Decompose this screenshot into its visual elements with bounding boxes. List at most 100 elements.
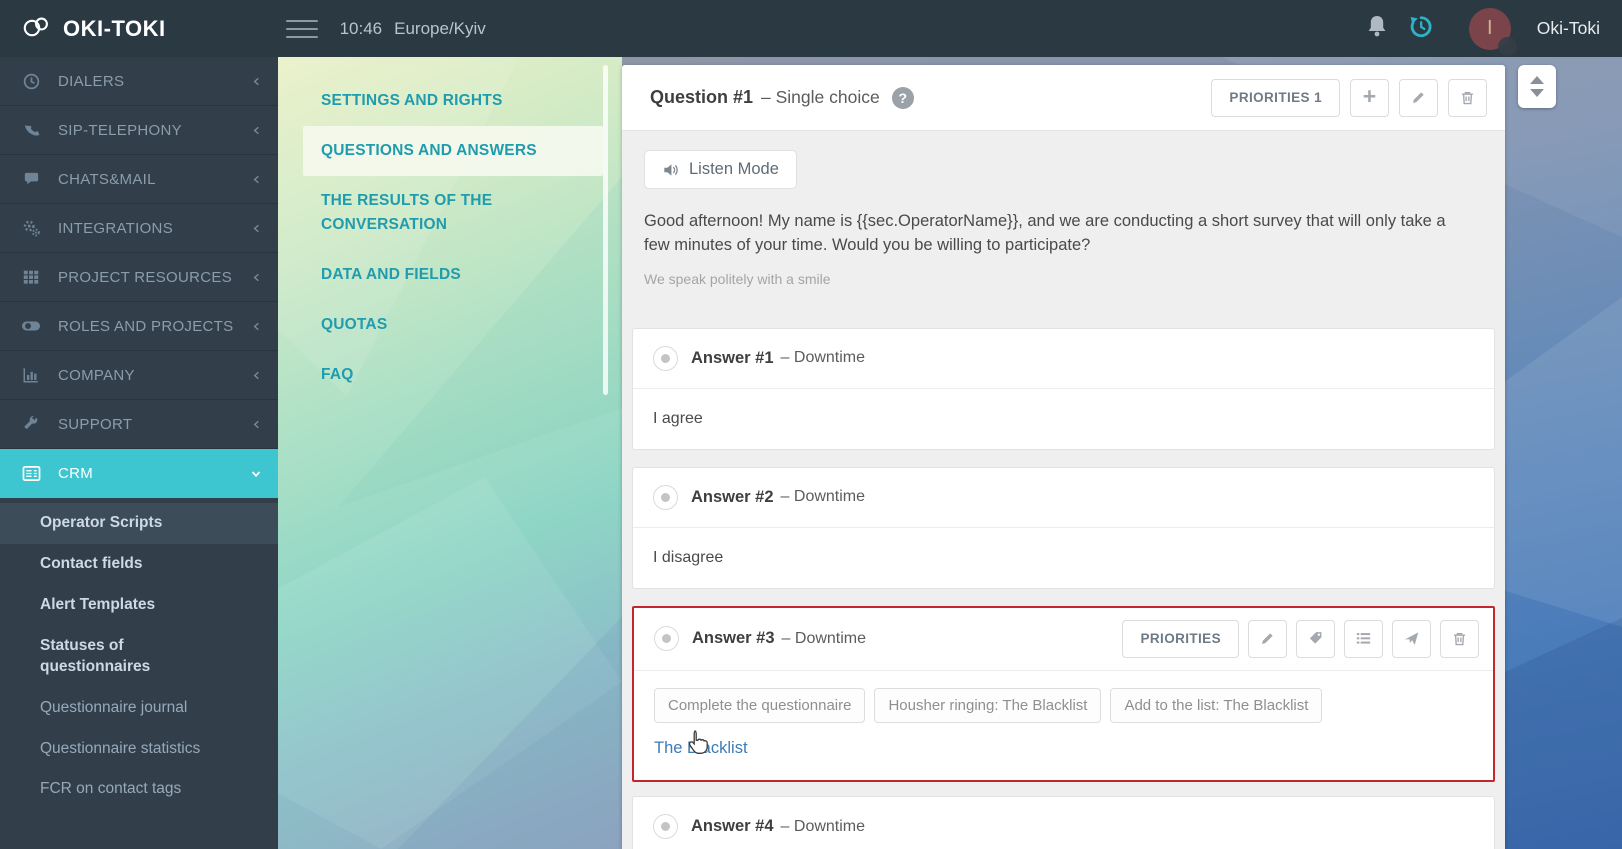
answer-actions: PRIORITIES	[1122, 619, 1479, 658]
answers-list: Answer #1 – Downtime I agree Answer #2 –…	[631, 327, 1496, 849]
answer-body-text: I disagree	[653, 548, 724, 566]
sort-down-icon	[1530, 89, 1544, 97]
priorities-button[interactable]: PRIORITIES	[1122, 619, 1239, 658]
sidebar-item-label: DIALERS	[58, 72, 125, 90]
sidebar: DIALERS SIP-TELEPHONY CHATS&MAIL INTEGRA…	[0, 57, 278, 849]
trash-icon	[1453, 632, 1466, 646]
answer-header: Answer #1 – Downtime	[633, 329, 1494, 389]
answer-title: Answer #3	[692, 629, 775, 648]
subnav-scrollbar[interactable]	[603, 65, 608, 395]
edit-button[interactable]	[1399, 78, 1438, 117]
add-button[interactable]: +	[1350, 78, 1389, 117]
sidebar-item-label: INTEGRATIONS	[58, 219, 173, 237]
subnav-item-quotas[interactable]: QUOTAS	[303, 300, 603, 350]
question-type: – Single choice	[761, 87, 880, 107]
answer-type: – Downtime	[780, 349, 866, 367]
submenu-label: Alert Templates	[40, 595, 156, 613]
submenu-item-contact-fields[interactable]: Contact fields	[0, 544, 278, 585]
tags-button[interactable]	[1296, 619, 1335, 658]
answer-type: – Downtime	[780, 817, 866, 835]
chat-icon	[19, 170, 43, 189]
answer-title: Answer #1	[691, 348, 774, 367]
automation-tag: Add to the list: The Blacklist	[1110, 687, 1323, 723]
send-icon	[1404, 632, 1419, 646]
toggle-icon	[19, 318, 43, 334]
answer-card-2: Answer #2 – Downtime I disagree	[632, 466, 1495, 589]
answer-body-text: I agree	[653, 409, 703, 427]
edit-button[interactable]	[1248, 619, 1287, 658]
tag-icon	[1309, 632, 1322, 645]
sidebar-item-roles-and-projects[interactable]: ROLES AND PROJECTS	[0, 302, 278, 351]
user-avatar[interactable]: I	[1468, 7, 1517, 56]
submenu-item-alert-templates[interactable]: Alert Templates	[0, 585, 278, 626]
trash-icon	[1461, 91, 1474, 104]
answer-title: Answer #2	[691, 487, 774, 506]
chevron-left-icon	[253, 273, 259, 281]
submenu-item-statuses-of-questionnaires[interactable]: Statuses of questionnaires	[0, 626, 278, 688]
question-note: We speak politely with a smile	[644, 270, 831, 287]
list-button[interactable]	[1344, 619, 1383, 658]
automation-tag: Complete the questionnaire	[654, 687, 866, 723]
cloud-logo-icon	[20, 13, 54, 44]
phone-icon	[19, 121, 43, 140]
submenu-item-operator-scripts[interactable]: Operator Scripts	[0, 503, 278, 544]
sidebar-item-project-resources[interactable]: PROJECT RESOURCES	[0, 253, 278, 302]
sidebar-item-sip-telephony[interactable]: SIP-TELEPHONY	[0, 106, 278, 155]
chevron-left-icon	[253, 322, 259, 330]
delete-button[interactable]	[1440, 619, 1479, 658]
clock: 10:46 Europe/Kyiv	[340, 19, 486, 39]
pencil-icon	[1261, 633, 1273, 645]
wrench-icon	[19, 415, 43, 433]
help-icon[interactable]: ?	[891, 86, 914, 109]
sidebar-item-label: ROLES AND PROJECTS	[58, 317, 234, 335]
subnav-item-faq[interactable]: FAQ	[303, 350, 603, 400]
sidebar-item-dialers[interactable]: DIALERS	[0, 57, 278, 106]
topbar: OKI-TOKI 10:46 Europe/Kyiv I Oki-Toki	[0, 0, 1622, 57]
submenu-label: Questionnaire statistics	[40, 739, 201, 757]
sidebar-item-company[interactable]: COMPANY	[0, 351, 278, 400]
chevron-left-icon	[253, 126, 259, 134]
radio-icon	[653, 484, 678, 510]
submenu-label: Statuses of questionnaires	[40, 636, 151, 675]
history-button[interactable]	[1399, 13, 1443, 45]
account-name: Oki-Toki	[1536, 18, 1600, 38]
sidebar-item-label: PROJECT RESOURCES	[58, 268, 233, 286]
app-logo[interactable]: OKI-TOKI	[20, 13, 166, 44]
grid-icon	[19, 268, 43, 286]
sidebar-item-crm[interactable]: CRM	[0, 449, 278, 498]
submenu-label: Contact fields	[40, 554, 143, 572]
pencil-icon	[1412, 92, 1424, 104]
crm-submenu: Operator Scripts Contact fields Alert Te…	[0, 498, 278, 815]
menu-toggle-icon[interactable]	[285, 18, 318, 40]
subnav-item-settings-and-rights[interactable]: SETTINGS AND RIGHTS	[303, 76, 603, 126]
answer-card-4: Answer #4 – Downtime	[632, 795, 1495, 849]
sidebar-item-label: COMPANY	[58, 366, 135, 384]
question-body: Listen Mode Good afternoon! My name is {…	[622, 131, 1505, 849]
priorities-button[interactable]: PRIORITIES 1	[1211, 78, 1340, 117]
subnav-item-data-and-fields[interactable]: DATA AND FIELDS	[303, 250, 603, 300]
sidebar-item-integrations[interactable]: INTEGRATIONS	[0, 204, 278, 253]
question-actions: PRIORITIES 1 +	[1211, 78, 1487, 117]
sidebar-item-support[interactable]: SUPPORT	[0, 400, 278, 449]
notifications-button[interactable]	[1355, 13, 1399, 44]
delete-button[interactable]	[1448, 78, 1487, 117]
chevron-left-icon	[253, 175, 259, 183]
answer-title: Answer #4	[691, 817, 774, 836]
subnav-list: SETTINGS AND RIGHTS QUESTIONS AND ANSWER…	[278, 57, 622, 400]
subnav-item-questions-and-answers[interactable]: QUESTIONS AND ANSWERS	[303, 126, 603, 177]
subnav-item-results-of-conversation[interactable]: THE RESULTS OF THE CONVERSATION	[303, 176, 603, 250]
send-button[interactable]	[1392, 619, 1431, 658]
gears-icon	[19, 219, 43, 238]
sidebar-item-chats-mail[interactable]: CHATS&MAIL	[0, 155, 278, 204]
sidebar-item-label: CRM	[58, 465, 94, 482]
listen-mode-button[interactable]: Listen Mode	[644, 150, 797, 189]
submenu-item-questionnaire-statistics[interactable]: Questionnaire statistics	[0, 729, 278, 770]
blacklist-link[interactable]: The Blacklist	[654, 739, 748, 758]
submenu-item-questionnaire-journal[interactable]: Questionnaire journal	[0, 688, 278, 729]
chevron-left-icon	[253, 224, 259, 232]
logo-text: OKI-TOKI	[63, 15, 166, 41]
plus-icon: +	[1362, 83, 1377, 109]
reorder-questions-button[interactable]	[1518, 65, 1556, 108]
question-script-text: Good afternoon! My name is {{sec.Operato…	[644, 212, 1446, 254]
submenu-item-fcr-on-contact-tags[interactable]: FCR on contact tags	[0, 769, 278, 810]
